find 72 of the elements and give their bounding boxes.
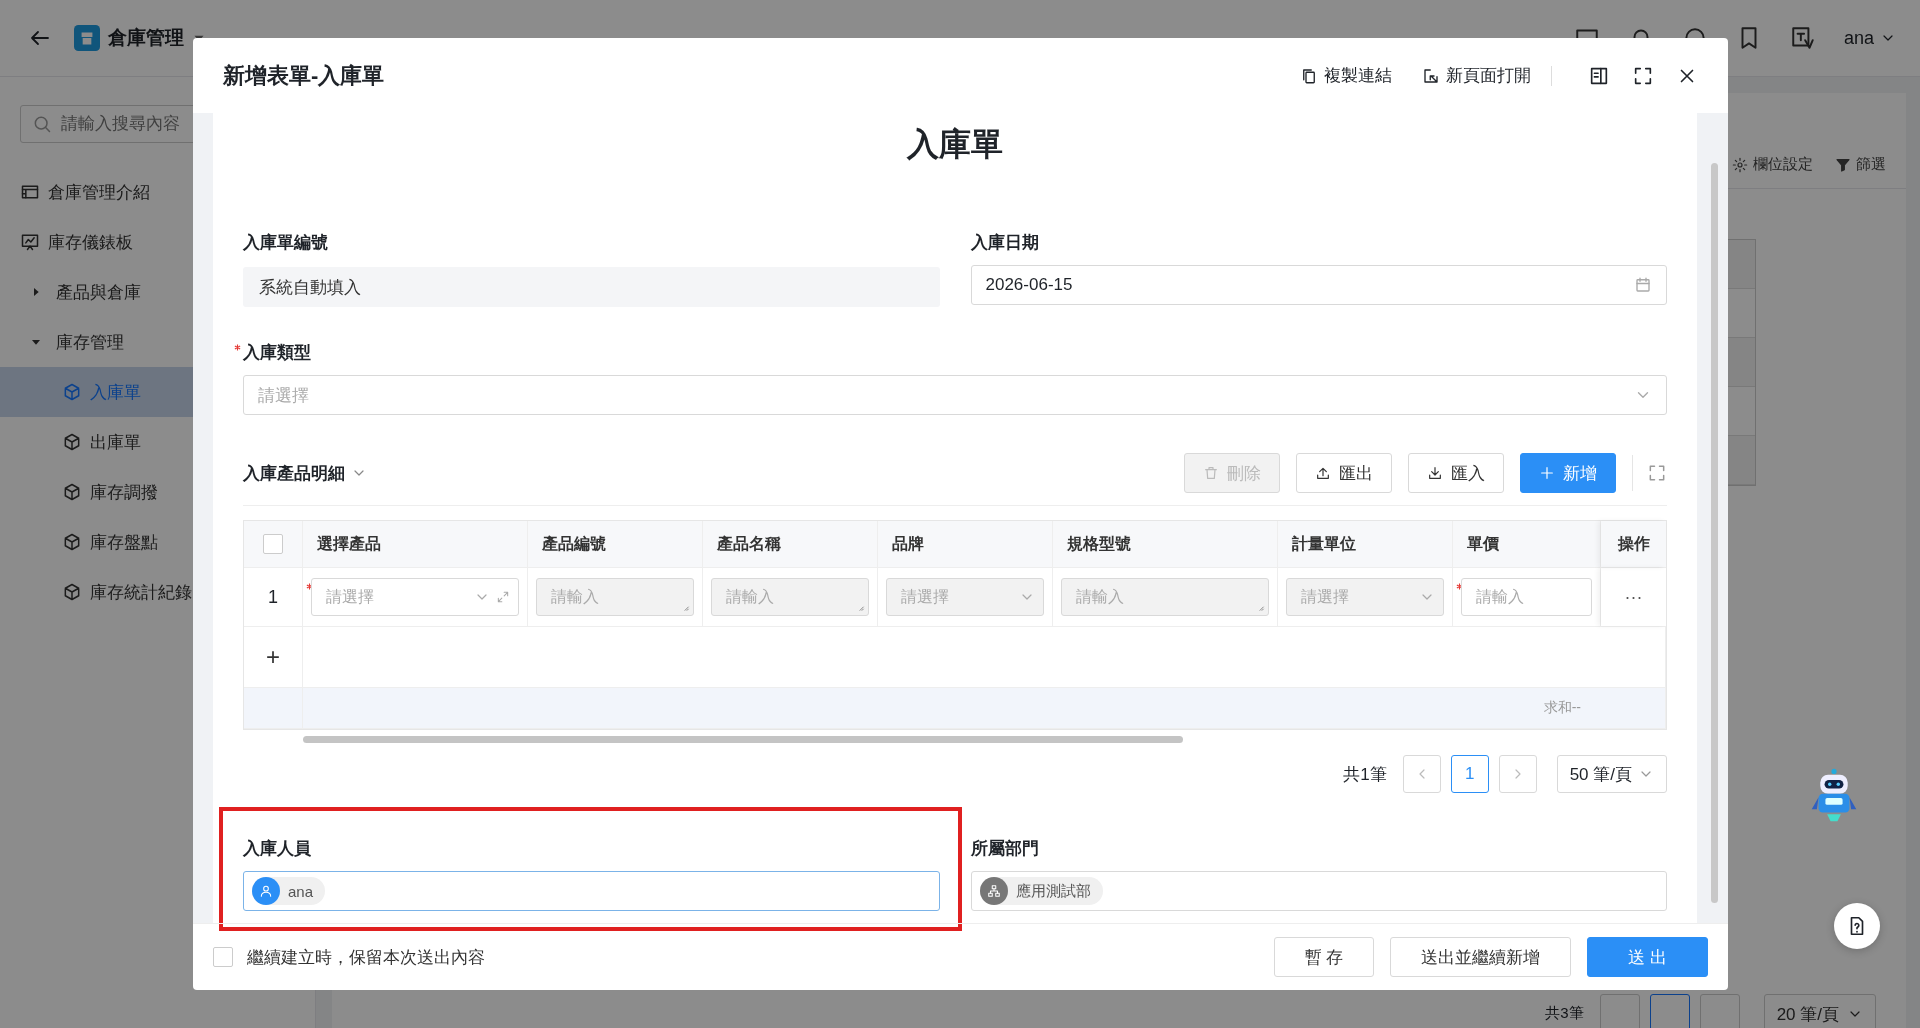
table-icon	[20, 182, 40, 202]
field-label: 所屬部門	[970, 837, 1039, 860]
sidebar-item[interactable]: 庫存盤點	[0, 517, 315, 567]
column-header: 單價	[1467, 533, 1499, 554]
add-button[interactable]: 新增	[1520, 453, 1616, 493]
user-icon	[259, 884, 273, 898]
more-actions-button[interactable]: ···	[1624, 586, 1643, 608]
toolbar-button[interactable]: 篩選	[1835, 155, 1886, 174]
field-label: 入庫人員	[243, 837, 311, 860]
toolbar-button[interactable]: 欄位設定	[1732, 155, 1813, 174]
submit-and-new-button[interactable]: 送出並繼續新增	[1390, 937, 1572, 977]
tag: 應用測試部	[979, 877, 1103, 905]
summary-text: 求和--	[1543, 699, 1581, 717]
calendar-icon	[1634, 276, 1652, 294]
header-link[interactable]: 複製連結	[1300, 64, 1392, 87]
translate-icon[interactable]	[1789, 25, 1816, 51]
department-picker-field[interactable]: 應用測試部	[970, 871, 1667, 911]
tag: ana	[252, 877, 326, 905]
trash-icon	[1203, 465, 1219, 481]
submit-button[interactable]: 送 出	[1587, 937, 1708, 977]
checkbox[interactable]	[263, 534, 283, 554]
download-icon	[1427, 465, 1443, 481]
column-header: 產品名稱	[717, 533, 781, 554]
cube-icon	[62, 532, 82, 552]
record-count: 共3筆	[1545, 1004, 1584, 1023]
date-field[interactable]: 2026-06-15	[970, 265, 1667, 305]
save-draft-button[interactable]: 暫 存	[1273, 937, 1375, 977]
user-picker-field[interactable]: ana	[243, 871, 940, 911]
sidebar-item[interactable]: 倉庫管理介紹	[0, 167, 315, 217]
header-link[interactable]: 新頁面打開	[1422, 64, 1531, 87]
checkbox[interactable]	[213, 947, 233, 967]
checkbox-label: 繼續建立時，保留本次送出內容	[247, 946, 485, 969]
open-window-icon	[1422, 66, 1440, 85]
readonly-field: 系統自動填入	[243, 267, 940, 307]
add-row-button[interactable]: +	[266, 643, 280, 671]
plus-icon	[1539, 465, 1555, 481]
dialog-title: 新增表單-入庫單	[223, 61, 385, 90]
app-logo-icon	[74, 25, 100, 51]
export-button[interactable]: 匯出	[1296, 453, 1392, 493]
expand-icon	[496, 590, 510, 604]
pager-button[interactable]	[1649, 994, 1690, 1028]
cube-icon	[62, 582, 82, 602]
column-header: 計量單位	[1292, 533, 1356, 554]
field-label: 入庫類型	[243, 341, 311, 364]
cube-icon	[62, 382, 82, 402]
page-button[interactable]: 1	[1450, 755, 1489, 793]
copy-icon	[1300, 66, 1318, 85]
column-header: 產品編號	[542, 533, 606, 554]
column-header: 規格型號	[1067, 533, 1131, 554]
row-number: 1	[268, 586, 278, 608]
user-menu[interactable]: ana	[1843, 27, 1896, 49]
column-header: 操作	[1617, 533, 1650, 554]
app-title[interactable]: 倉庫管理	[108, 25, 184, 51]
column-header: 選擇產品	[317, 533, 381, 554]
import-button[interactable]: 匯入	[1408, 453, 1504, 493]
field-label: 入庫日期	[970, 231, 1039, 254]
cube-icon	[62, 432, 82, 452]
gear-icon	[1732, 156, 1748, 173]
org-chart-icon	[986, 884, 1001, 898]
chart-icon	[20, 232, 40, 252]
filter-icon	[1835, 156, 1851, 173]
section-toggle[interactable]: 入庫產品明細	[243, 461, 367, 485]
upload-icon	[1315, 465, 1331, 481]
field-label: 入庫單編號	[243, 231, 328, 254]
column-header: 品牌	[892, 533, 924, 554]
page-size-select[interactable]: 50 筆/頁	[1556, 755, 1667, 793]
form-title: 入庫單	[905, 125, 1004, 164]
scrollbar-thumb[interactable]	[303, 736, 1183, 743]
scrollbar[interactable]	[1711, 163, 1718, 903]
record-count: 共1筆	[1343, 763, 1387, 786]
cube-icon	[62, 482, 82, 502]
page-size-select[interactable]: 20 筆/頁	[1763, 994, 1876, 1028]
